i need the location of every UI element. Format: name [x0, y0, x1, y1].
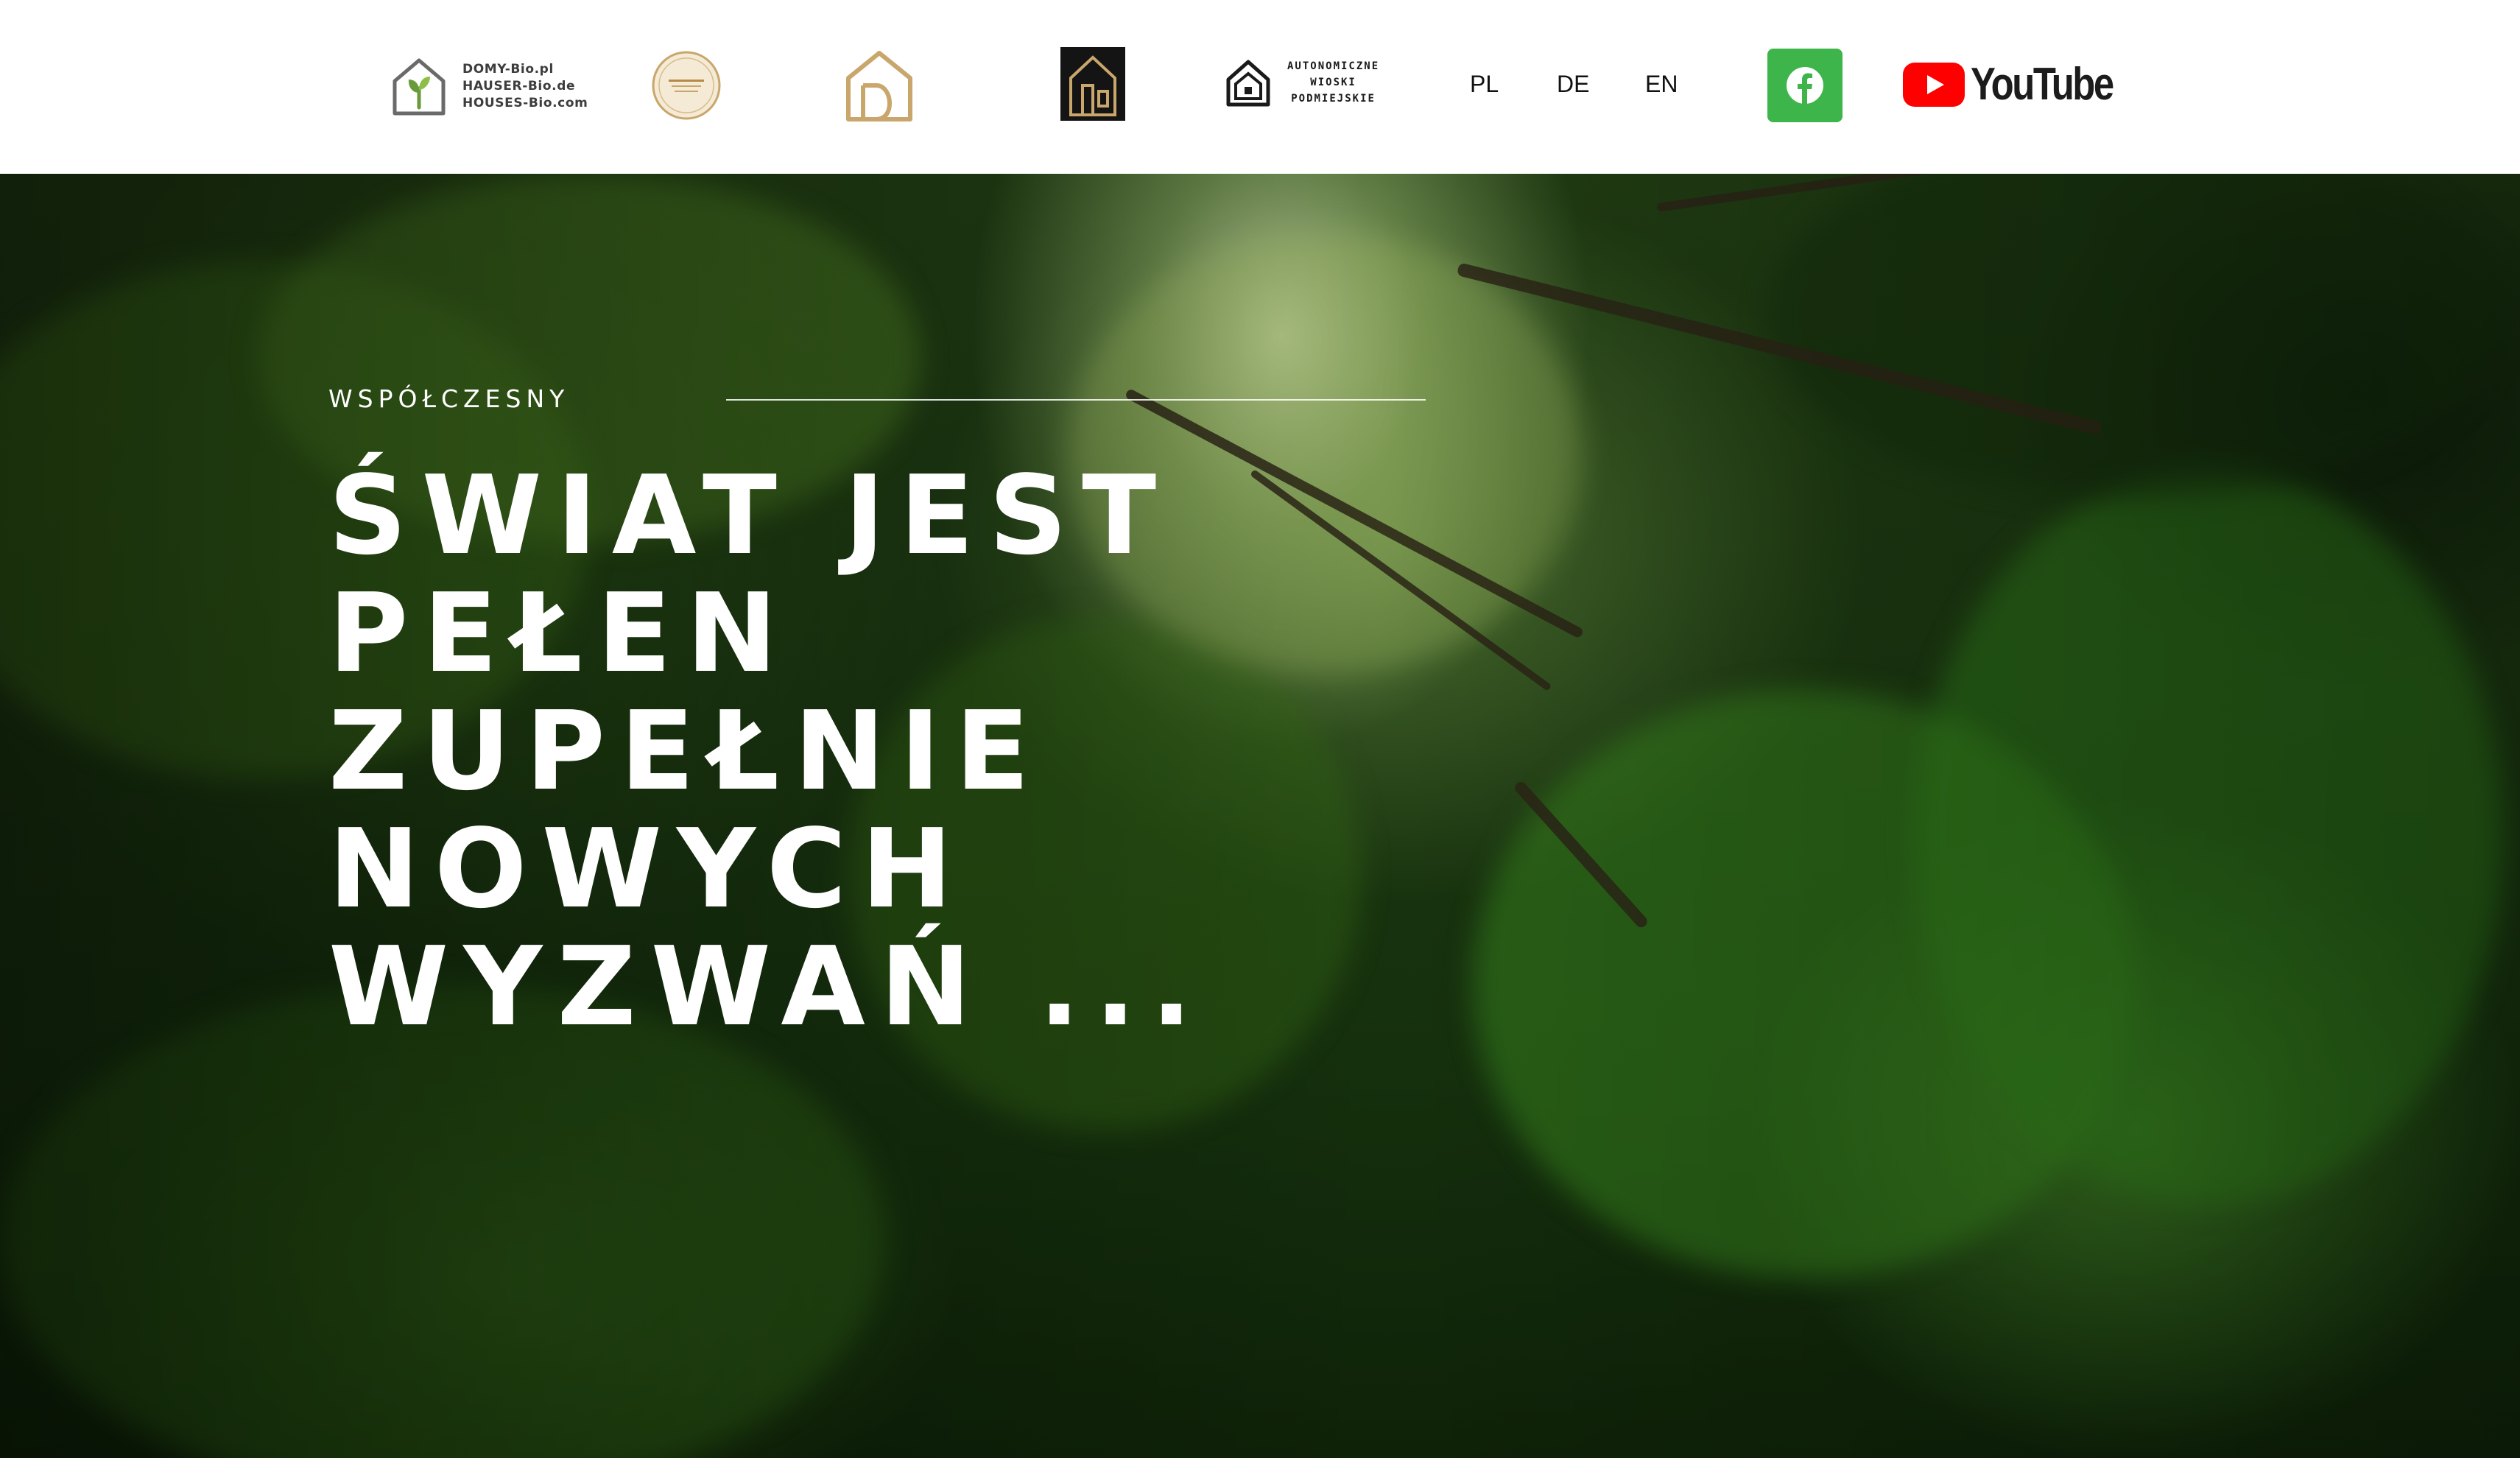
- ceramic-house-icon: [846, 51, 912, 122]
- language-de-link[interactable]: DE: [1557, 71, 1589, 98]
- brand-line-pl: DOMY-Bio.pl: [462, 62, 554, 77]
- ceramic-house-logo[interactable]: [844, 49, 915, 122]
- headline-line-1: ŚWIAT JEST: [328, 452, 1172, 579]
- language-en-link[interactable]: EN: [1645, 71, 1678, 98]
- hero-eyebrow: WSPÓŁCZESNY: [328, 384, 570, 413]
- dark-house-logo[interactable]: [1060, 47, 1125, 121]
- brand-line-com: HOUSES-Bio.com: [462, 96, 588, 110]
- youtube-wordmark: YouTube: [1971, 59, 2114, 110]
- villages-text: AUTONOMICZNE WIOSKI PODMIEJSKIE: [1287, 60, 1379, 105]
- villages-line-2: WIOSKI: [1310, 77, 1356, 88]
- youtube-link[interactable]: YouTube: [1903, 59, 2144, 110]
- autonomous-villages-logo[interactable]: AUTONOMICZNE WIOSKI PODMIEJSKIE: [1225, 57, 1379, 108]
- brand-line-de: HAUSER-Bio.de: [462, 79, 576, 94]
- villages-line-1: AUTONOMICZNE: [1287, 60, 1380, 72]
- headline-line-2: PEŁEN: [328, 570, 792, 697]
- headline-line-3: ZUPEŁNIE: [328, 688, 1045, 814]
- hero-headline: ŚWIAT JEST PEŁEN ZUPEŁNIE NOWYCH WYZWAŃ …: [328, 457, 1433, 1046]
- ceramic-seal-logo[interactable]: [651, 50, 722, 121]
- green-house-icon: [393, 58, 446, 116]
- site-header: DOMY-Bio.pl HAUSER-Bio.de HOUSES-Bio.com: [0, 0, 2520, 174]
- language-pl-link[interactable]: PL: [1470, 71, 1499, 98]
- headline-line-5: WYZWAŃ ...: [328, 923, 1207, 1050]
- village-house-icon: [1226, 60, 1270, 107]
- domy-bio-logo[interactable]: DOMY-Bio.pl HAUSER-Bio.de HOUSES-Bio.com: [390, 54, 588, 118]
- headline-line-4: NOWYCH: [328, 806, 968, 932]
- facebook-button[interactable]: [1767, 49, 1843, 122]
- gold-seal-icon: [652, 51, 721, 120]
- youtube-play-icon: [1903, 63, 1965, 107]
- facebook-icon: [1787, 67, 1823, 104]
- eyebrow-divider: [726, 399, 1426, 401]
- dark-house-icon: [1060, 47, 1125, 121]
- villages-line-3: PODMIEJSKIE: [1291, 93, 1376, 105]
- brand-text: DOMY-Bio.pl HAUSER-Bio.de HOUSES-Bio.com: [462, 62, 588, 110]
